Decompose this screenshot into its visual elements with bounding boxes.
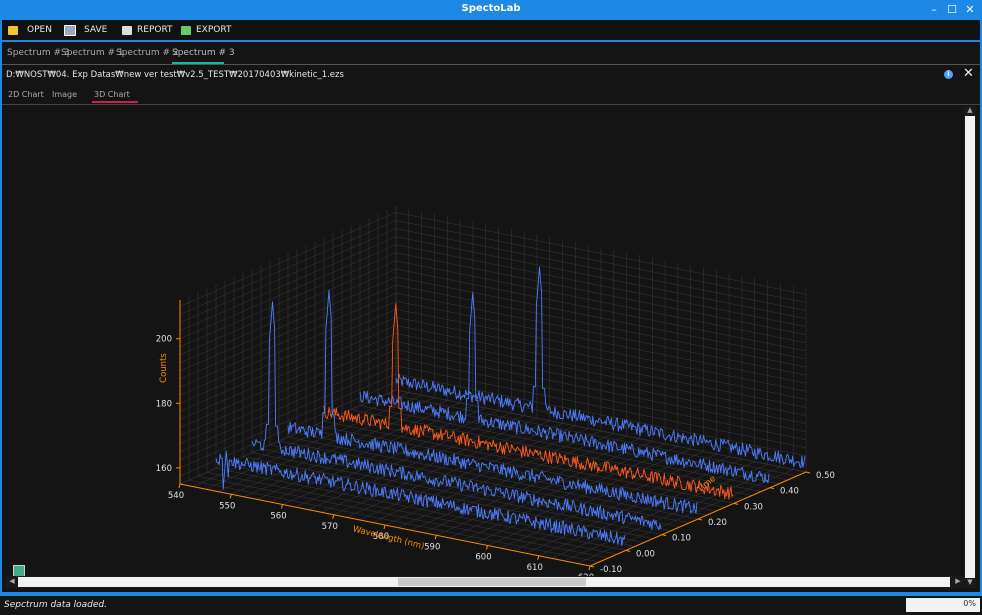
maximize-button[interactable]: ☐ (944, 2, 960, 18)
progress-bar: 0% (906, 598, 980, 612)
x-tick-label: 600 (475, 553, 491, 563)
document-tabs: Spectrum # 3 Spectrum # 1 Spectrum # 2 S… (2, 42, 980, 65)
z-tick-label: 0.50 (816, 471, 835, 481)
save-icon (64, 24, 76, 36)
x-tick-label: 540 (168, 491, 184, 501)
info-icon[interactable]: i (944, 70, 953, 79)
spectrum-series-line (395, 266, 806, 468)
chart-axes: 540550560570580590600610620160180200-0.1… (156, 300, 835, 576)
y-tick-label: 160 (156, 464, 172, 474)
status-message: Sepctrum data loaded. (4, 600, 107, 610)
tab-3d-chart[interactable]: 3D Chart (94, 90, 130, 99)
x-tick-mark (588, 565, 591, 571)
z-tick-label: 0.20 (708, 518, 727, 528)
file-path: D:₩NOST₩04. Exp Datas₩new ver test₩v2.5_… (6, 70, 344, 80)
x-tick-label: 610 (527, 563, 543, 573)
z-tick-label: 0.10 (672, 534, 691, 544)
x-tick-mark (178, 483, 181, 489)
export-label: EXPORT (196, 25, 232, 35)
report-label: REPORT (137, 25, 173, 35)
status-bar: Sepctrum data loaded. 0% (0, 595, 982, 615)
x-tick-mark (229, 494, 232, 499)
z-tick-label: 0.30 (744, 502, 763, 512)
x-tick-mark (281, 504, 283, 509)
report-button[interactable]: REPORT (122, 23, 173, 37)
z-tick-label: -0.10 (600, 565, 622, 575)
view-tabs: 2D Chart Image 3D Chart (2, 86, 980, 105)
spectrum-series-line (287, 289, 698, 514)
horizontal-scrollbar[interactable]: ◀ ▶ (6, 576, 964, 588)
vertical-scroll-thumb[interactable] (965, 116, 975, 578)
scroll-up-arrow[interactable]: ▲ (964, 106, 976, 114)
y-axis-label: Counts (159, 353, 169, 383)
open-button[interactable]: OPEN (8, 23, 52, 37)
x-tick-mark (383, 524, 386, 530)
progress-value: 0% (963, 599, 976, 608)
window-title: SpectoLab (461, 3, 521, 14)
y-tick-label: 180 (156, 399, 172, 409)
report-icon (122, 25, 132, 35)
z-tick-label: 0.40 (780, 487, 799, 497)
scroll-down-arrow[interactable]: ▼ (964, 578, 976, 586)
z-tick-mark (697, 518, 703, 521)
z-tick-mark (805, 471, 811, 474)
z-tick-mark (661, 534, 667, 537)
x-tick-label: 570 (322, 522, 338, 532)
save-label: SAVE (84, 25, 108, 35)
x-tick-mark (332, 514, 335, 519)
z-tick-label: 0.00 (636, 549, 655, 559)
x-tick-mark (486, 545, 488, 550)
scroll-left-arrow[interactable]: ◀ (6, 577, 18, 585)
y-tick-label: 200 (156, 335, 172, 345)
minimize-button[interactable]: – (926, 2, 942, 18)
x-tick-label: 560 (270, 512, 286, 522)
close-window-button[interactable]: ✕ (962, 2, 978, 18)
title-bar: SpectoLab – ☐ ✕ (0, 0, 982, 20)
folder-icon (8, 25, 18, 35)
path-bar: D:₩NOST₩04. Exp Datas₩new ver test₩v2.5_… (2, 65, 980, 85)
z-tick-mark (769, 487, 775, 490)
export-button[interactable]: EXPORT (181, 23, 231, 37)
active-view-indicator (92, 101, 138, 103)
export-icon (181, 25, 191, 35)
horizontal-scroll-thumb[interactable] (398, 578, 586, 586)
toolbar: OPEN SAVE REPORT EXPORT (2, 20, 980, 40)
x-tick-label: 550 (219, 501, 235, 511)
scroll-right-arrow[interactable]: ▶ (952, 577, 964, 585)
close-document-button[interactable]: ✕ (963, 66, 974, 81)
chart-svg: 540550560570580590600610620160180200-0.1… (156, 206, 835, 576)
active-tab-indicator (172, 62, 224, 64)
tab-spectrum-3-active[interactable]: Spectrum # 3 (172, 48, 235, 58)
z-tick-mark (625, 549, 631, 552)
x-tick-mark (537, 555, 540, 560)
x-tick-mark (434, 535, 437, 540)
tab-spectrum-2[interactable]: Spectrum # 2 (116, 48, 179, 58)
x-tick-label: 590 (424, 542, 440, 552)
vertical-scrollbar[interactable]: ▲ ▼ (964, 106, 976, 588)
z-tick-mark (733, 502, 739, 505)
tab-spectrum-1[interactable]: Spectrum # 1 (61, 48, 124, 58)
spectrum-series-line (251, 301, 662, 531)
tab-2d-chart[interactable]: 2D Chart (8, 90, 44, 99)
chart-3d[interactable]: 540550560570580590600610620160180200-0.1… (6, 106, 964, 576)
tab-image[interactable]: Image (52, 90, 77, 99)
z-tick-mark (589, 565, 595, 568)
main-panel: OPEN SAVE REPORT EXPORT Spectrum # 3 Spe… (2, 20, 980, 592)
save-button[interactable]: SAVE (64, 23, 107, 37)
open-label: OPEN (27, 25, 52, 35)
